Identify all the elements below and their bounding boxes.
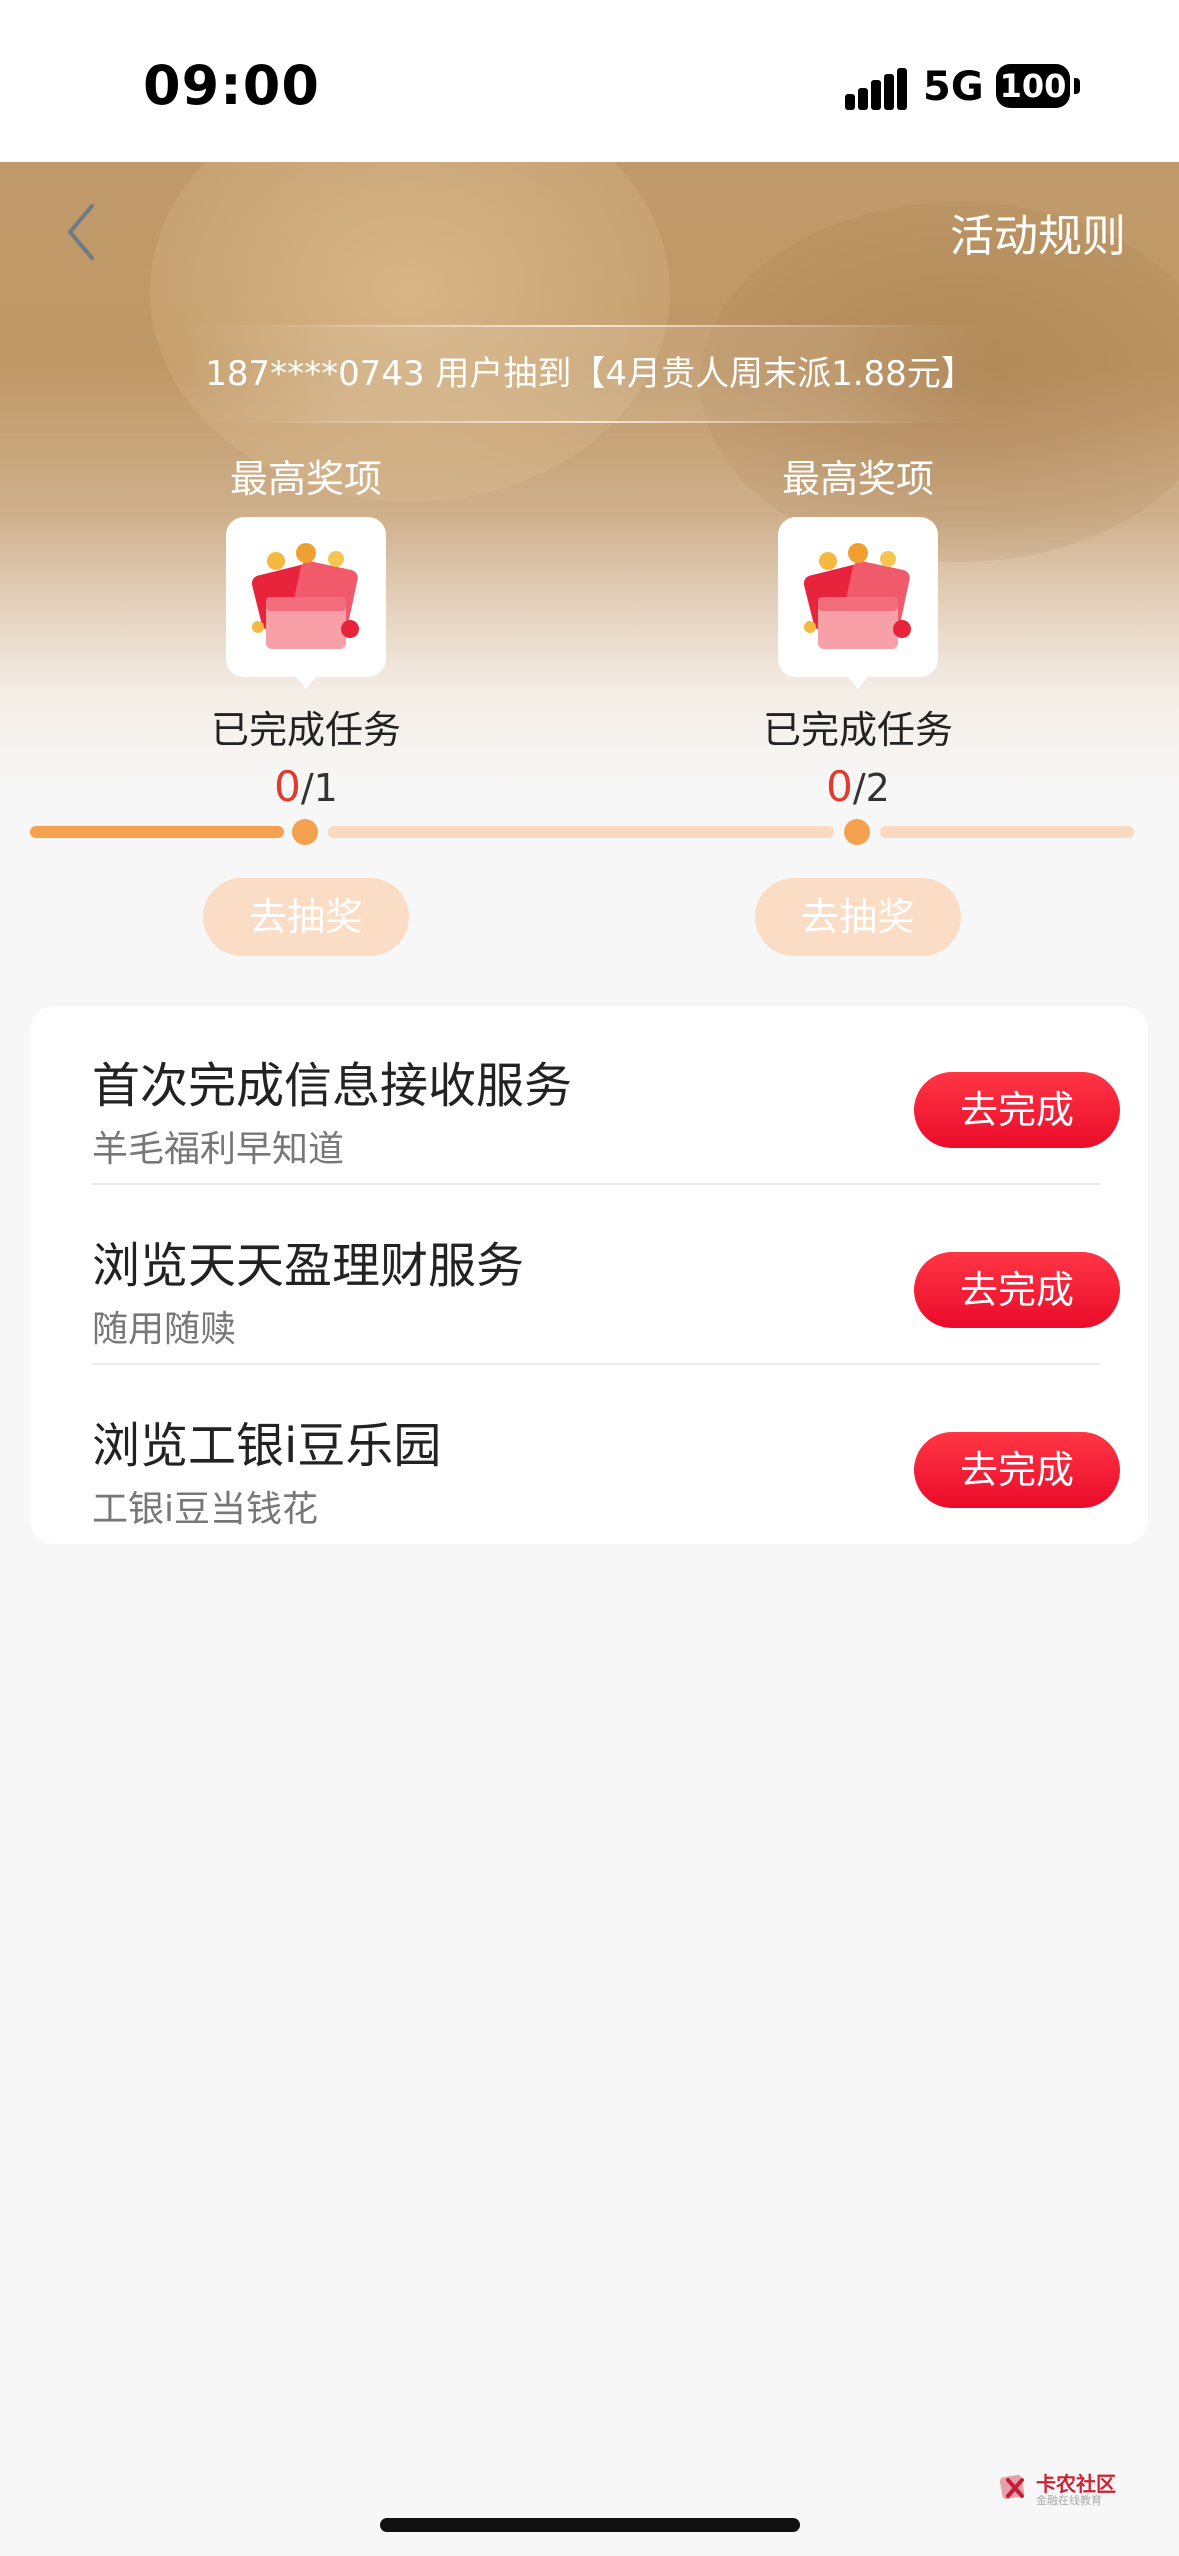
activity-rules-link[interactable]: 活动规则 [950, 200, 1126, 264]
progress-node-1 [292, 819, 318, 845]
task-divider [92, 1363, 1100, 1365]
task-item: 首次完成信息接收服务 羊毛福利早知道 去完成 [62, 1022, 1120, 1202]
draw-button-2[interactable]: 去抽奖 [755, 878, 961, 956]
task-title: 浏览天天盈理财服务 [92, 1238, 525, 1294]
red-envelope-gift-icon [251, 543, 359, 649]
milestone-total: /2 [852, 766, 890, 810]
progress-track-segment [880, 826, 1134, 838]
progress-node-2 [844, 819, 870, 845]
watermark: 卡农社区 金融在线教育 [998, 2468, 1128, 2508]
milestone-total: /1 [300, 766, 338, 810]
progress-track-filled [30, 826, 284, 838]
network-type: 5G [923, 64, 984, 110]
milestone-2: 最高奖项 已完成任务 0/2 [708, 448, 1008, 811]
complete-task-button[interactable]: 去完成 [914, 1252, 1120, 1328]
milestone-1: 最高奖项 已完成任务 0/1 [156, 448, 456, 811]
battery-nub [1074, 78, 1080, 94]
chevron-left-icon [68, 204, 94, 260]
milestone-label: 最高奖项 [781, 457, 934, 501]
milestone-status: 已完成任务 [762, 708, 953, 752]
milestone-progress: 0/2 [708, 762, 1008, 811]
kanong-logo-icon [999, 2474, 1025, 2500]
task-title: 浏览工银i豆乐园 [92, 1418, 442, 1474]
red-envelope-gift-icon [803, 543, 911, 649]
task-subtitle: 工银i豆当钱花 [92, 1489, 319, 1530]
prize-card [226, 517, 386, 689]
milestone-done-count: 0 [274, 762, 301, 811]
milestone-status: 已完成任务 [210, 708, 401, 752]
task-title: 首次完成信息接收服务 [92, 1058, 573, 1114]
task-item: 浏览工银i豆乐园 工银i豆当钱花 去完成 [62, 1382, 1120, 1562]
task-divider [92, 1183, 1100, 1185]
winner-ticker: 187****0743 用户抽到【4月贵人周末派1.88元】 [180, 325, 1000, 423]
back-button[interactable] [50, 192, 120, 272]
progress-track-segment [328, 826, 834, 838]
battery-icon: 100 [996, 64, 1070, 108]
status-bar: 09:00 5G 100 [0, 0, 1179, 162]
milestone-progress: 0/1 [156, 762, 456, 811]
task-subtitle: 随用随赎 [92, 1309, 237, 1350]
complete-task-button[interactable]: 去完成 [914, 1432, 1120, 1508]
ticker-bottom-line [260, 421, 920, 423]
milestone-done-count: 0 [826, 762, 853, 811]
home-indicator[interactable] [380, 2518, 800, 2532]
task-subtitle: 羊毛福利早知道 [92, 1129, 345, 1170]
milestone-label: 最高奖项 [229, 457, 382, 501]
watermark-tagline: 金融在线教育 [1036, 2494, 1102, 2507]
draw-button-1[interactable]: 去抽奖 [203, 878, 409, 956]
status-time: 09:00 [143, 54, 320, 117]
complete-task-button[interactable]: 去完成 [914, 1072, 1120, 1148]
prize-card [778, 517, 938, 689]
task-item: 浏览天天盈理财服务 随用随赎 去完成 [62, 1202, 1120, 1382]
cellular-signal-icon [845, 68, 907, 110]
